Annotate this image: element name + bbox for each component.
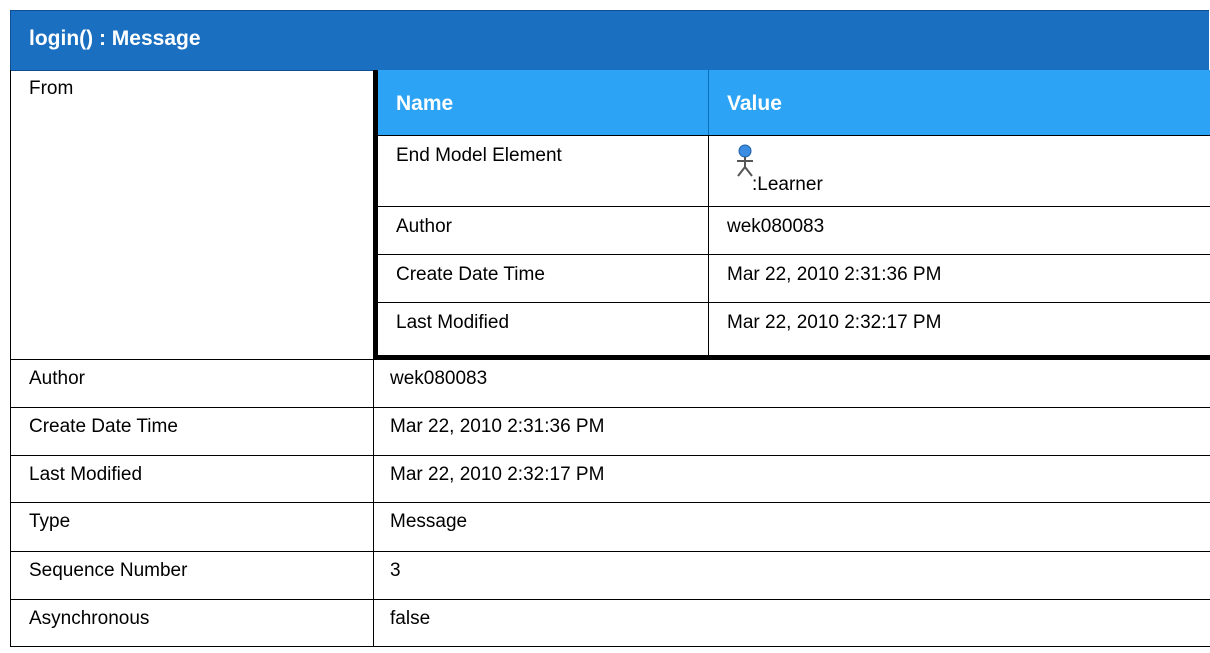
from-label-cell: From [10, 70, 374, 359]
nested-cell-value: wek080083 [727, 216, 825, 237]
value-column-header: Value [727, 92, 782, 115]
property-row-sequence-number: Sequence Number 3 [10, 552, 1210, 600]
from-row: From Name Value End Model Element:Learn… [10, 70, 1210, 360]
property-label: Author [29, 368, 85, 389]
property-row-asynchronous: Asynchronous false [10, 600, 1210, 647]
property-label: Asynchronous [29, 608, 150, 629]
property-value: Mar 22, 2010 2:31:36 PM [390, 416, 605, 437]
property-row-type: Type Message [10, 503, 1210, 552]
nested-cell-name: Create Date Time [396, 264, 545, 285]
property-row-author: Author wek080083 [10, 360, 1210, 408]
nested-cell-value: :Learner [752, 174, 823, 195]
property-value: false [390, 608, 431, 629]
nested-row-end-model-element: End Model Element :Learner [378, 136, 1210, 207]
actor-icon [737, 144, 753, 177]
property-label: Type [29, 511, 71, 532]
name-column-header: Name [396, 92, 454, 115]
from-nested-table: Name Value End Model Element :Learner Au… [373, 70, 1210, 359]
nested-cell-name: Last Modified [396, 312, 510, 333]
property-label: Create Date Time [29, 416, 178, 437]
property-value: 3 [390, 560, 401, 581]
property-label: Last Modified [29, 464, 143, 485]
nested-row-author: Author wek080083 [378, 207, 1210, 255]
property-value: wek080083 [390, 368, 488, 389]
nested-row-last-modified: Last Modified Mar 22, 2010 2:32:17 PM [378, 303, 1210, 355]
property-value: Message [390, 511, 468, 532]
property-row-last-modified: Last Modified Mar 22, 2010 2:32:17 PM [10, 456, 1210, 503]
property-label: Sequence Number [29, 560, 188, 581]
nested-cell-value: Mar 22, 2010 2:32:17 PM [727, 312, 942, 333]
nested-cell-name: Author [396, 216, 452, 237]
page-title: login() : Message [29, 27, 201, 50]
nested-cell-value: Mar 22, 2010 2:31:36 PM [727, 264, 942, 285]
from-label: From [29, 78, 74, 99]
message-properties-document: login() : Message From Name Value End Mo… [10, 10, 1210, 653]
nested-cell-name: End Model Element [396, 145, 562, 166]
property-value: Mar 22, 2010 2:32:17 PM [390, 464, 605, 485]
property-row-create-date-time: Create Date Time Mar 22, 2010 2:31:36 PM [10, 408, 1210, 456]
title-bar: login() : Message [10, 10, 1209, 71]
nested-row-create-date-time: Create Date Time Mar 22, 2010 2:31:36 PM [378, 255, 1210, 303]
nested-table-header: Name Value [378, 70, 1210, 136]
